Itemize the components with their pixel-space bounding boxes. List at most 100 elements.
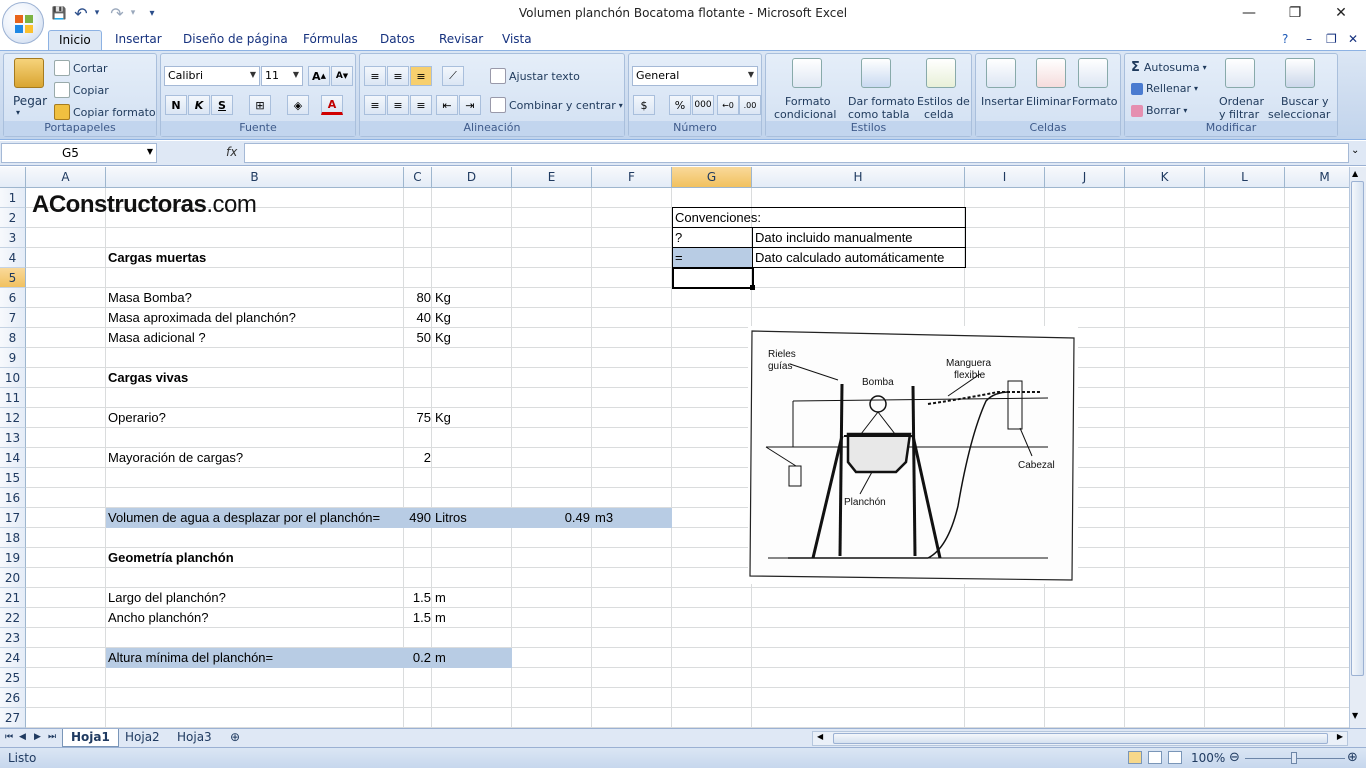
insert-function-button[interactable]: fx: [160, 143, 244, 163]
number-format-select[interactable]: General ▼: [632, 66, 758, 86]
clear-button[interactable]: Borrar ▾: [1131, 104, 1187, 117]
align-right-icon[interactable]: ≡: [410, 95, 432, 115]
row-header-6[interactable]: 6: [0, 288, 26, 308]
row-header-15[interactable]: 15: [0, 468, 26, 488]
cell-d17[interactable]: Litros: [435, 508, 467, 528]
row-header-21[interactable]: 21: [0, 588, 26, 608]
cell-c22[interactable]: 1.5: [405, 608, 431, 628]
row-header-8[interactable]: 8: [0, 328, 26, 348]
row-header-9[interactable]: 9: [0, 348, 26, 368]
column-header-k[interactable]: K: [1125, 167, 1205, 188]
column-header-d[interactable]: D: [432, 167, 512, 188]
column-header-i[interactable]: I: [965, 167, 1045, 188]
cell-styles-button-2[interactable]: celda: [924, 108, 954, 121]
tab-datos[interactable]: Datos: [370, 30, 425, 50]
ribbon-restore-icon[interactable]: ❐: [1322, 30, 1341, 50]
row-header-11[interactable]: 11: [0, 388, 26, 408]
row-header-17[interactable]: 17: [0, 508, 26, 528]
first-sheet-icon[interactable]: ⏮: [5, 732, 13, 742]
page-break-view-icon[interactable]: [1168, 751, 1182, 764]
vertical-scrollbar[interactable]: ▲ ▼: [1349, 167, 1366, 728]
borders-icon[interactable]: ⊞: [249, 95, 271, 115]
cell-d21[interactable]: m: [435, 588, 446, 608]
find-select-button-2[interactable]: seleccionar: [1268, 108, 1330, 121]
zoom-in-icon[interactable]: ⊕: [1347, 750, 1358, 765]
worksheet-grid[interactable]: ABCDEFGHIJKLM 1 2 3 4 5 6 7 8 9 10 11 12 13 14 15 16 17 1…: [0, 167, 1349, 728]
cell-b21[interactable]: Largo del planchón?: [108, 588, 226, 608]
sheet-tab-hoja1[interactable]: Hoja1: [62, 729, 119, 747]
decrease-indent-icon[interactable]: ⇤: [436, 95, 458, 115]
cell-c21[interactable]: 1.5: [405, 588, 431, 608]
last-sheet-icon[interactable]: ⏭: [48, 732, 56, 742]
insert-cells-button[interactable]: Insertar: [981, 95, 1024, 108]
row-header-7[interactable]: 7: [0, 308, 26, 328]
cell-g4[interactable]: =: [675, 248, 683, 268]
sheet-tab-hoja2[interactable]: Hoja2: [117, 729, 168, 747]
decrease-decimal-icon[interactable]: .00: [739, 95, 761, 115]
restore-button[interactable]: ❐: [1272, 0, 1318, 26]
find-select-button[interactable]: Buscar y: [1281, 95, 1329, 108]
cell-d22[interactable]: m: [435, 608, 446, 628]
cell-d8[interactable]: Kg: [435, 328, 451, 348]
conditional-format-button-2[interactable]: condicional: [774, 108, 836, 121]
row-header-25[interactable]: 25: [0, 668, 26, 688]
cell-c8[interactable]: 50: [405, 328, 431, 348]
font-color-icon[interactable]: A: [321, 95, 343, 115]
align-left-icon[interactable]: ≡: [364, 95, 386, 115]
row-header-14[interactable]: 14: [0, 448, 26, 468]
conditional-format-button[interactable]: Formato: [785, 95, 831, 108]
horizontal-scrollbar[interactable]: ◀ ▶: [812, 731, 1348, 746]
tab-formulas[interactable]: Fórmulas: [293, 30, 368, 50]
tab-revisar[interactable]: Revisar: [429, 30, 493, 50]
close-button[interactable]: ✕: [1318, 0, 1364, 26]
name-box[interactable]: G5 ▼: [1, 143, 157, 163]
cut-button[interactable]: Cortar: [54, 60, 108, 76]
delete-cells-button[interactable]: Eliminar: [1026, 95, 1071, 108]
tab-inicio[interactable]: Inicio: [48, 30, 102, 50]
normal-view-icon[interactable]: [1128, 751, 1142, 764]
cell-b22[interactable]: Ancho planchón?: [108, 608, 208, 628]
cell-h3[interactable]: Dato incluido manualmente: [755, 228, 913, 248]
ribbon-minimize-icon[interactable]: –: [1302, 30, 1316, 50]
horizontal-scroll-thumb[interactable]: [833, 733, 1328, 744]
cell-b19[interactable]: Geometría planchón: [108, 548, 234, 568]
cell-d12[interactable]: Kg: [435, 408, 451, 428]
sort-filter-button-2[interactable]: y filtrar: [1219, 108, 1259, 121]
row-header-26[interactable]: 26: [0, 688, 26, 708]
page-layout-view-icon[interactable]: [1148, 751, 1162, 764]
cell-d7[interactable]: Kg: [435, 308, 451, 328]
row-header-16[interactable]: 16: [0, 488, 26, 508]
cell-c17[interactable]: 490: [405, 508, 431, 528]
row-header-13[interactable]: 13: [0, 428, 26, 448]
column-header-c[interactable]: C: [404, 167, 432, 188]
row-header-3[interactable]: 3: [0, 228, 26, 248]
zoom-level[interactable]: 100%: [1191, 751, 1225, 765]
paste-button[interactable]: Pegar: [13, 94, 47, 108]
fill-handle[interactable]: [750, 285, 755, 290]
autosum-button[interactable]: Σ Autosuma ▾: [1131, 60, 1207, 75]
tab-vista[interactable]: Vista: [492, 30, 542, 50]
font-name-select[interactable]: Calibri ▼: [164, 66, 260, 86]
formula-input[interactable]: [244, 143, 1349, 163]
cell-b7[interactable]: Masa aproximada del planchón?: [108, 308, 296, 328]
row-header-12[interactable]: 12: [0, 408, 26, 428]
cell-b14[interactable]: Mayoración de cargas?: [108, 448, 243, 468]
cell-c14[interactable]: 2: [405, 448, 431, 468]
row-header-22[interactable]: 22: [0, 608, 26, 628]
column-header-a[interactable]: A: [26, 167, 106, 188]
help-icon[interactable]: ?: [1278, 30, 1292, 50]
prev-sheet-icon[interactable]: ◀: [19, 732, 26, 742]
orientation-icon[interactable]: ⟋: [442, 66, 464, 86]
next-sheet-icon[interactable]: ▶: [34, 732, 41, 742]
align-center-icon[interactable]: ≡: [387, 95, 409, 115]
row-header-1[interactable]: 1: [0, 188, 26, 208]
cell-g3[interactable]: ?: [675, 228, 682, 248]
scroll-up-icon[interactable]: ▲: [1352, 169, 1358, 178]
cell-d24[interactable]: m: [435, 648, 446, 668]
insert-sheet-icon[interactable]: ⊕: [222, 729, 248, 747]
row-header-2[interactable]: 2: [0, 208, 26, 228]
office-button[interactable]: [2, 2, 44, 44]
zoom-out-icon[interactable]: ⊖: [1229, 750, 1240, 765]
row-header-23[interactable]: 23: [0, 628, 26, 648]
cell-b24[interactable]: Altura mínima del planchón=: [108, 648, 273, 668]
